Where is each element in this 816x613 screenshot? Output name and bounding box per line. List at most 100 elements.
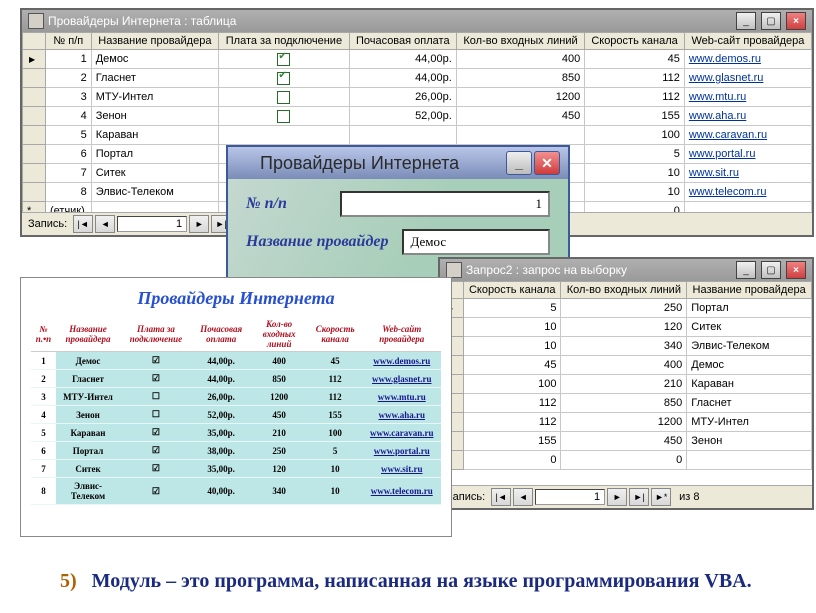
- npp-input[interactable]: 1: [340, 191, 550, 217]
- query-titlebar[interactable]: Запрос2 : запрос на выборку _ ▢ ×: [440, 259, 812, 281]
- cell[interactable]: 1200: [456, 88, 585, 107]
- table-row[interactable]: 5250Портал: [441, 299, 812, 318]
- table-row[interactable]: 10340Элвис-Телеком: [441, 337, 812, 356]
- cell[interactable]: www.glasnet.ru: [684, 69, 811, 88]
- cell[interactable]: 4: [46, 107, 92, 126]
- cell[interactable]: 44,00р.: [349, 50, 456, 69]
- cell[interactable]: www.aha.ru: [684, 107, 811, 126]
- cell[interactable]: 5: [464, 299, 561, 318]
- column-header[interactable]: Название провайдера: [91, 33, 218, 50]
- cell[interactable]: Портал: [91, 145, 218, 164]
- table-row[interactable]: 5Караван100www.caravan.ru: [23, 126, 812, 145]
- cell-link[interactable]: www.caravan.ru: [363, 424, 441, 442]
- row-selector[interactable]: [23, 126, 46, 145]
- cell[interactable]: www.mtu.ru: [684, 88, 811, 107]
- cell[interactable]: [219, 69, 350, 88]
- qnav-prev[interactable]: ◄: [513, 488, 533, 506]
- nav-position[interactable]: 1: [117, 216, 187, 232]
- cell[interactable]: Элвис-Телеком: [687, 337, 812, 356]
- cell[interactable]: 3: [46, 88, 92, 107]
- cell[interactable]: 10: [464, 318, 561, 337]
- table-row[interactable]: 45400Демос: [441, 356, 812, 375]
- cell[interactable]: 250: [561, 299, 687, 318]
- query-maximize[interactable]: ▢: [761, 261, 781, 279]
- cell[interactable]: МТУ-Интел: [687, 413, 812, 432]
- cell[interactable]: 45: [585, 50, 685, 69]
- cell-link[interactable]: www.sit.ru: [363, 460, 441, 478]
- table-row[interactable]: 1121200МТУ-Интел: [441, 413, 812, 432]
- row-selector[interactable]: [23, 145, 46, 164]
- cell[interactable]: 120: [561, 318, 687, 337]
- cell[interactable]: 8: [46, 183, 92, 202]
- cell[interactable]: www.portal.ru: [684, 145, 811, 164]
- table-row[interactable]: 100210Караван: [441, 375, 812, 394]
- row-selector[interactable]: [23, 183, 46, 202]
- form-titlebar[interactable]: Провайдеры Интернета _ ✕: [228, 147, 568, 179]
- cell-link[interactable]: www.mtu.ru: [363, 388, 441, 406]
- cell[interactable]: 155: [585, 107, 685, 126]
- row-selector[interactable]: [23, 164, 46, 183]
- cell[interactable]: Гласнет: [91, 69, 218, 88]
- row-selector[interactable]: [23, 107, 46, 126]
- cell[interactable]: [456, 126, 585, 145]
- cell[interactable]: 340: [561, 337, 687, 356]
- cell[interactable]: 2: [46, 69, 92, 88]
- cell[interactable]: 155: [464, 432, 561, 451]
- table-row[interactable]: 4Зенон52,00р.450155www.aha.ru: [23, 107, 812, 126]
- column-header[interactable]: Кол-во входных линий: [456, 33, 585, 50]
- cell[interactable]: [349, 126, 456, 145]
- table-row[interactable]: 2Гласнет 44,00р.850112www.glasnet.ru: [23, 69, 812, 88]
- close-button[interactable]: ×: [786, 12, 806, 30]
- cell[interactable]: [219, 50, 350, 69]
- column-header[interactable]: Название провайдера: [687, 282, 812, 299]
- cell[interactable]: Элвис-Телеком: [91, 183, 218, 202]
- cell[interactable]: Портал: [687, 299, 812, 318]
- cell[interactable]: 1: [46, 50, 92, 69]
- column-header[interactable]: Скорость канала: [464, 282, 561, 299]
- cell[interactable]: Ситек: [91, 164, 218, 183]
- cell[interactable]: 44,00р.: [349, 69, 456, 88]
- cell[interactable]: Ситек: [687, 318, 812, 337]
- cell[interactable]: 100: [464, 375, 561, 394]
- nav-first[interactable]: |◄: [73, 215, 93, 233]
- cell[interactable]: 450: [561, 432, 687, 451]
- cell[interactable]: 1200: [561, 413, 687, 432]
- cell[interactable]: 0: [561, 451, 687, 470]
- cell[interactable]: 5: [585, 145, 685, 164]
- row-selector[interactable]: [23, 69, 46, 88]
- table-row[interactable]: 10120Ситек: [441, 318, 812, 337]
- cell[interactable]: 112: [464, 394, 561, 413]
- cell[interactable]: 112: [585, 69, 685, 88]
- cell-link[interactable]: www.portal.ru: [363, 442, 441, 460]
- cell[interactable]: (етчик): [46, 202, 92, 213]
- cell[interactable]: 10: [464, 337, 561, 356]
- cell[interactable]: 26,00р.: [349, 88, 456, 107]
- cell[interactable]: www.demos.ru: [684, 50, 811, 69]
- titlebar[interactable]: Провайдеры Интернета : таблица _ ▢ ×: [22, 10, 812, 32]
- column-header[interactable]: Почасовая оплата: [349, 33, 456, 50]
- table-row[interactable]: 112850Гласнет: [441, 394, 812, 413]
- cell[interactable]: Караван: [687, 375, 812, 394]
- cell[interactable]: 10: [585, 164, 685, 183]
- row-selector[interactable]: [23, 88, 46, 107]
- qnav-last[interactable]: ►|: [629, 488, 649, 506]
- cell[interactable]: 850: [456, 69, 585, 88]
- query-minimize[interactable]: _: [736, 261, 756, 279]
- cell[interactable]: [91, 202, 218, 213]
- column-header[interactable]: Скорость канала: [585, 33, 685, 50]
- cell[interactable]: [219, 88, 350, 107]
- query-close[interactable]: ×: [786, 261, 806, 279]
- cell[interactable]: 0: [585, 202, 685, 213]
- cell[interactable]: Зенон: [687, 432, 812, 451]
- cell[interactable]: Демос: [687, 356, 812, 375]
- cell[interactable]: 400: [561, 356, 687, 375]
- qnav-next[interactable]: ►: [607, 488, 627, 506]
- cell[interactable]: МТУ-Интел: [91, 88, 218, 107]
- maximize-button[interactable]: ▢: [761, 12, 781, 30]
- cell-link[interactable]: www.glasnet.ru: [363, 370, 441, 388]
- cell-link[interactable]: www.telecom.ru: [363, 478, 441, 505]
- form-minimize[interactable]: _: [506, 151, 532, 175]
- name-input[interactable]: Демос: [402, 229, 550, 255]
- cell[interactable]: 52,00р.: [349, 107, 456, 126]
- column-header[interactable]: Web-сайт провайдера: [684, 33, 811, 50]
